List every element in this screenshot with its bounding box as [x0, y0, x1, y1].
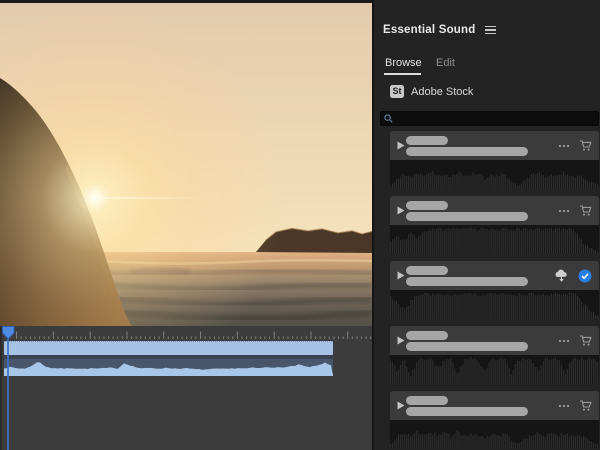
add-to-cart-button cart-icon[interactable]: [579, 334, 592, 347]
tab-edit[interactable]: Edit: [436, 57, 455, 69]
track-title-placeholder: [406, 396, 448, 405]
stock-audio-item-header: [390, 131, 599, 160]
play-button[interactable]: [397, 336, 405, 345]
more-options-button[interactable]: [558, 144, 570, 148]
play-button[interactable]: [397, 206, 405, 215]
stock-audio-list: [390, 131, 599, 450]
audio-preview-waveform[interactable]: [390, 355, 599, 384]
adobe-stock-icon: St: [390, 85, 404, 98]
audio-preview-waveform[interactable]: [390, 225, 599, 254]
lens-flare: [95, 197, 205, 199]
audio-preview-waveform[interactable]: [390, 160, 599, 189]
adobe-stock-row: St Adobe Stock: [390, 85, 473, 98]
adobe-stock-label: Adobe Stock: [411, 86, 473, 98]
more-options-button[interactable]: [558, 404, 570, 408]
more-options-button[interactable]: [558, 339, 570, 343]
licensed-check-badge check-icon: [578, 269, 592, 283]
timeline-ruler[interactable]: [2, 326, 374, 340]
cliff-silhouette: [0, 0, 372, 326]
track-subtitle-placeholder: [406, 212, 528, 221]
track-title-placeholder: [406, 266, 448, 275]
stock-audio-item[interactable]: [390, 391, 599, 449]
stock-audio-item-header: [390, 196, 599, 225]
audio-preview-waveform[interactable]: [390, 420, 599, 449]
ruler-ticks: [2, 326, 374, 340]
program-monitor[interactable]: [0, 0, 372, 326]
add-to-cart-button cart-icon[interactable]: [579, 139, 592, 152]
panel-title: Essential Sound: [383, 24, 475, 36]
playhead-line: [7, 326, 9, 450]
cloud-download-button cloud-download-icon[interactable]: [554, 269, 569, 283]
video-clip[interactable]: [4, 341, 333, 355]
tab-browse[interactable]: Browse: [385, 57, 422, 69]
search-input[interactable]: [393, 113, 595, 125]
add-to-cart-button cart-icon[interactable]: [579, 204, 592, 217]
audio-preview-waveform[interactable]: [390, 290, 599, 319]
add-to-cart-button cart-icon[interactable]: [579, 399, 592, 412]
audio-clip-waveform[interactable]: [4, 359, 333, 376]
play-button[interactable]: [397, 401, 405, 410]
app-window: Essential Sound Browse Edit St Adobe Sto…: [0, 0, 600, 450]
track-subtitle-placeholder: [406, 342, 528, 351]
track-title-placeholder: [406, 331, 448, 340]
playhead[interactable]: [2, 326, 15, 340]
track-title-placeholder: [406, 136, 448, 145]
stock-audio-item-header: [390, 326, 599, 355]
search-field[interactable]: [380, 111, 599, 126]
active-tab-underline: [384, 73, 421, 75]
play-button[interactable]: [397, 271, 405, 280]
track-subtitle-placeholder: [406, 147, 528, 156]
stock-audio-item[interactable]: [390, 326, 599, 384]
essential-sound-panel: Essential Sound Browse Edit St Adobe Sto…: [372, 0, 600, 450]
track-subtitle-placeholder: [406, 407, 528, 416]
play-button[interactable]: [397, 141, 405, 150]
timeline-panel[interactable]: [0, 326, 372, 450]
track-subtitle-placeholder: [406, 277, 528, 286]
search-icon: [384, 114, 393, 123]
panel-menu-button hamburger-menu-icon[interactable]: [485, 26, 496, 35]
more-options-button[interactable]: [558, 209, 570, 213]
stock-audio-item-header: [390, 261, 599, 290]
stock-audio-item-header: [390, 391, 599, 420]
letterbox-strip: [0, 0, 372, 3]
stock-audio-item[interactable]: [390, 261, 599, 319]
stock-audio-item[interactable]: [390, 131, 599, 189]
stock-audio-item[interactable]: [390, 196, 599, 254]
track-title-placeholder: [406, 201, 448, 210]
